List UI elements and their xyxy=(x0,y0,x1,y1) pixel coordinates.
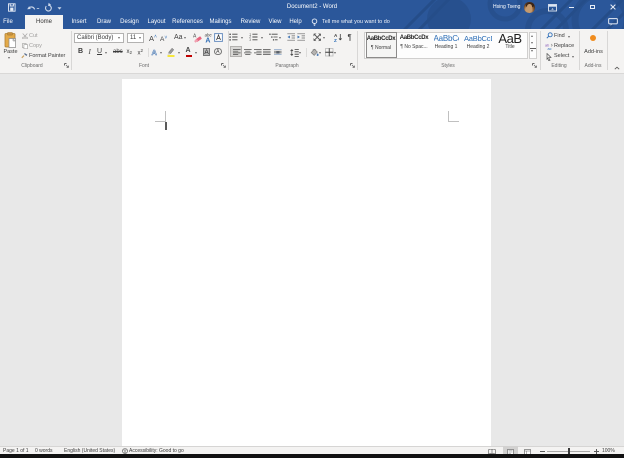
svg-text:3: 3 xyxy=(249,38,251,41)
svg-text:ac: ac xyxy=(547,46,551,49)
svg-text:A: A xyxy=(205,38,210,43)
svg-text:A: A xyxy=(193,33,197,39)
svg-text:Z: Z xyxy=(334,38,337,42)
